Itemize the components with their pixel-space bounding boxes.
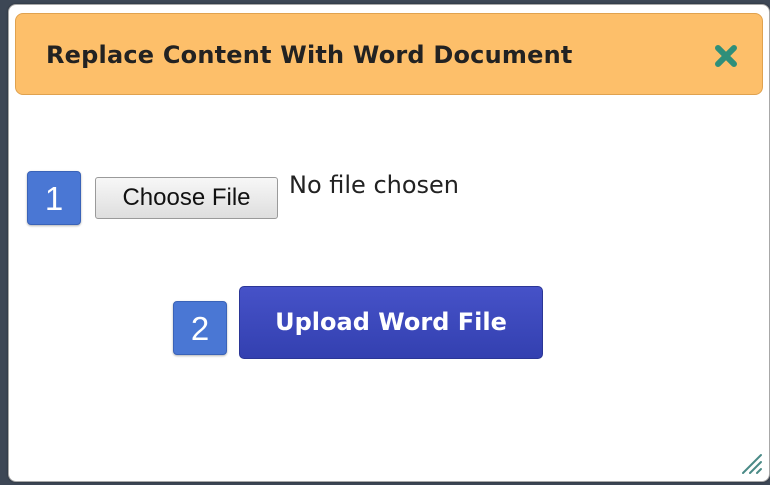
resize-grip-icon[interactable]	[737, 449, 763, 475]
close-icon[interactable]	[712, 42, 740, 70]
upload-word-file-button[interactable]: Upload Word File	[239, 286, 543, 359]
step-2-badge: 2	[173, 301, 227, 355]
step-1-badge: 1	[27, 171, 81, 225]
replace-content-dialog: Replace Content With Word Document 1 Cho…	[8, 4, 770, 482]
choose-file-button[interactable]: Choose File	[95, 177, 278, 219]
dialog-titlebar[interactable]: Replace Content With Word Document	[15, 13, 763, 95]
dialog-title: Replace Content With Word Document	[46, 41, 573, 69]
file-status-text: No file chosen	[289, 171, 460, 199]
